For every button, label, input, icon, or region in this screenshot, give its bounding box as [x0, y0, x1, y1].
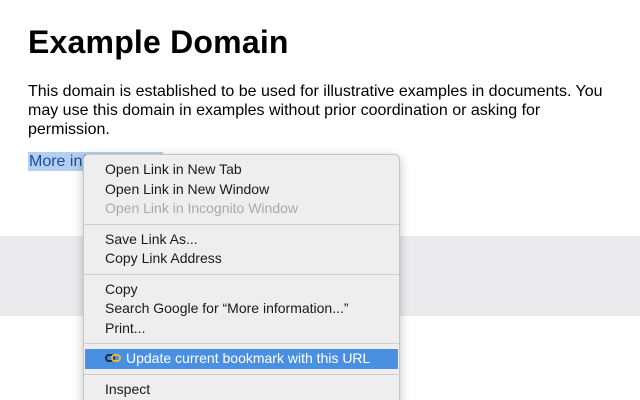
page-title: Example Domain: [28, 24, 289, 60]
menu-item-search-google[interactable]: Search Google for “More information...”: [84, 299, 399, 319]
page-description: This domain is established to be used fo…: [28, 83, 603, 138]
menu-separator: [84, 373, 399, 375]
menu-item-copy-link-address[interactable]: Copy Link Address: [84, 249, 399, 269]
menu-item-label: Update current bookmark with this URL: [126, 350, 371, 366]
menu-item-copy[interactable]: Copy: [84, 280, 399, 300]
link-chain-icon: [105, 354, 121, 362]
menu-item-print[interactable]: Print...: [84, 319, 399, 339]
context-menu: Open Link in New Tab Open Link in New Wi…: [83, 154, 400, 400]
menu-item-inspect[interactable]: Inspect: [84, 380, 399, 400]
menu-separator: [84, 343, 399, 344]
menu-item-open-incognito: Open Link in Incognito Window: [105, 200, 298, 216]
menu-item-save-link-as[interactable]: Save Link As...: [84, 230, 399, 250]
menu-separator: [84, 273, 399, 275]
menu-item-open-new-tab[interactable]: Open Link in New Tab: [84, 160, 399, 180]
menu-item-open-new-window[interactable]: Open Link in New Window: [84, 180, 399, 200]
menu-separator: [84, 223, 399, 225]
menu-item-update-bookmark[interactable]: Update current bookmark with this URL: [85, 349, 398, 369]
